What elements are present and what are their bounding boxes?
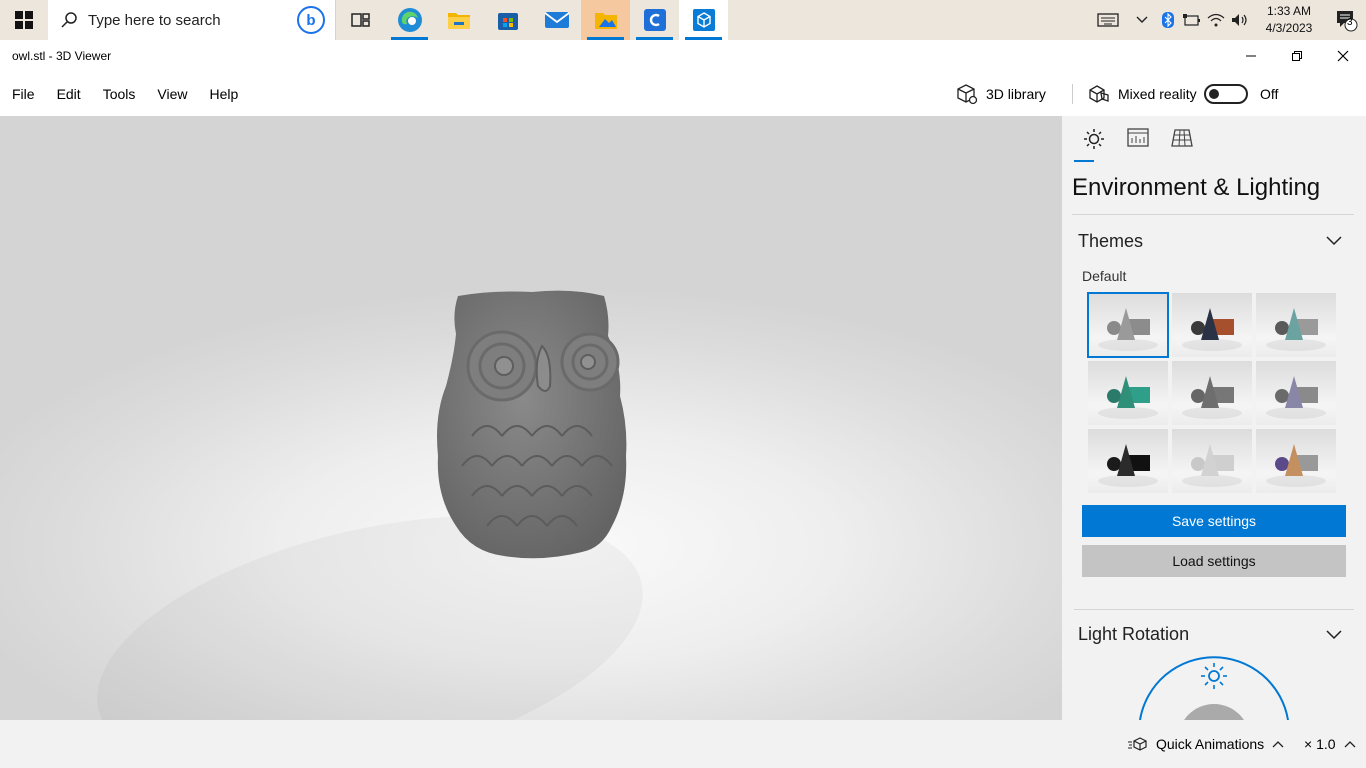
theme-thumbnail[interactable] (1256, 429, 1336, 493)
edge-icon[interactable] (385, 0, 434, 40)
file-explorer-icon[interactable] (434, 0, 483, 40)
close-icon (1337, 50, 1349, 62)
themes-default-label: Default (1082, 268, 1127, 284)
menu-bar: File Edit Tools View Help 3D library Mix… (0, 72, 1366, 116)
clock-time: 1:33 AM (1266, 4, 1312, 18)
theme-thumbnail[interactable] (1088, 429, 1168, 493)
menu-view[interactable]: View (146, 72, 198, 116)
restore-icon (1292, 51, 1302, 61)
bing-chat-icon[interactable]: b (297, 6, 325, 34)
menu-file[interactable]: File (1, 72, 46, 116)
save-settings-button[interactable]: Save settings (1082, 505, 1346, 537)
stats-icon (1127, 128, 1149, 147)
3d-viewport[interactable] (0, 116, 1062, 720)
task-view-icon[interactable] (336, 0, 385, 40)
menu-edit[interactable]: Edit (46, 72, 92, 116)
taskbar-search-box[interactable]: Type here to search b (48, 0, 336, 40)
3d-library-button[interactable]: 3D library (956, 72, 1046, 116)
theme-thumbnail[interactable] (1256, 293, 1336, 357)
animation-speed-button[interactable]: × 1.0 (1304, 734, 1356, 754)
menu-separator (1072, 84, 1073, 104)
mixed-reality-label: Mixed reality (1118, 86, 1197, 102)
search-icon (61, 12, 77, 28)
notification-center-icon[interactable]: 3 (1326, 0, 1366, 40)
cortana-app-icon[interactable] (630, 0, 679, 40)
restore-button[interactable] (1274, 40, 1320, 72)
chevron-up-icon[interactable] (1272, 740, 1284, 748)
menu-tools[interactable]: Tools (92, 72, 147, 116)
clock-date: 4/3/2023 (1265, 21, 1313, 35)
theme-thumbnail[interactable] (1256, 361, 1336, 425)
microsoft-store-icon[interactable] (483, 0, 532, 40)
theme-thumbnail[interactable] (1087, 292, 1169, 358)
mixed-reality-button[interactable]: Mixed reality (1088, 72, 1197, 116)
toggle-knob (1209, 89, 1219, 99)
quick-animations-button[interactable]: Quick Animations (1128, 734, 1292, 754)
notification-badge: 3 (1347, 17, 1353, 28)
panel-title: Environment & Lighting (1072, 174, 1321, 201)
sun-icon (1084, 129, 1104, 149)
chevron-up-icon[interactable] (1344, 740, 1356, 748)
close-button[interactable] (1320, 40, 1366, 72)
title-bar: owl.stl - 3D Viewer (0, 40, 1366, 72)
tab-stats-shading[interactable] (1116, 126, 1160, 162)
theme-thumbnail[interactable] (1088, 361, 1168, 425)
animation-speed-label: × 1.0 (1304, 736, 1336, 752)
light-rotation-header[interactable]: Light Rotation (1078, 624, 1189, 645)
status-bar: Quick Animations × 1.0 (0, 720, 1366, 768)
chevron-up-icon[interactable] (1128, 0, 1156, 40)
menu-help[interactable]: Help (198, 72, 249, 116)
3d-viewer-taskbar-icon[interactable] (679, 0, 728, 40)
animation-cube-icon (1128, 737, 1147, 751)
search-placeholder: Type here to search (88, 11, 221, 29)
wifi-icon[interactable] (1204, 0, 1228, 40)
tab-environment-lighting[interactable] (1072, 126, 1116, 162)
keyboard-icon[interactable] (1088, 0, 1128, 40)
start-button[interactable] (0, 0, 48, 40)
load-settings-button[interactable]: Load settings (1082, 545, 1346, 577)
windows-logo-icon (15, 11, 33, 29)
mail-icon[interactable] (532, 0, 581, 40)
theme-thumbnail[interactable] (1172, 361, 1252, 425)
themes-header[interactable]: Themes (1078, 231, 1143, 252)
minimize-button[interactable] (1228, 40, 1274, 72)
themes-grid (1087, 292, 1336, 493)
taskbar: Type here to search b 1:33 AM 4/3/2023 3 (0, 0, 1366, 40)
environment-lighting-panel: Environment & Lighting Themes Default Sa… (1062, 116, 1366, 720)
theme-thumbnail[interactable] (1172, 293, 1252, 357)
mixed-reality-state: Off (1260, 86, 1279, 102)
volume-icon[interactable] (1228, 0, 1252, 40)
bluetooth-icon[interactable] (1156, 0, 1180, 40)
window-title: owl.stl - 3D Viewer (12, 49, 112, 63)
minimize-icon (1246, 55, 1256, 57)
photos-icon[interactable] (581, 0, 630, 40)
mixed-reality-toggle[interactable] (1204, 84, 1248, 104)
cube-library-icon (957, 84, 978, 105)
3d-library-label: 3D library (986, 86, 1046, 102)
light-sun-icon[interactable] (1201, 663, 1227, 689)
battery-icon[interactable] (1180, 0, 1204, 40)
taskbar-clock[interactable]: 1:33 AM 4/3/2023 (1252, 3, 1326, 37)
light-rotation-dial[interactable] (1132, 656, 1296, 720)
section-divider (1074, 609, 1354, 610)
mixed-reality-icon (1089, 85, 1109, 103)
tab-grid-views[interactable] (1160, 126, 1204, 162)
quick-animations-label: Quick Animations (1156, 736, 1265, 752)
panel-divider (1072, 214, 1354, 215)
theme-thumbnail[interactable] (1172, 429, 1252, 493)
themes-chevron-down-icon[interactable] (1326, 236, 1342, 246)
light-rotation-chevron-down-icon[interactable] (1326, 630, 1342, 640)
owl-model[interactable] (432, 286, 632, 566)
grid-icon (1171, 129, 1193, 147)
